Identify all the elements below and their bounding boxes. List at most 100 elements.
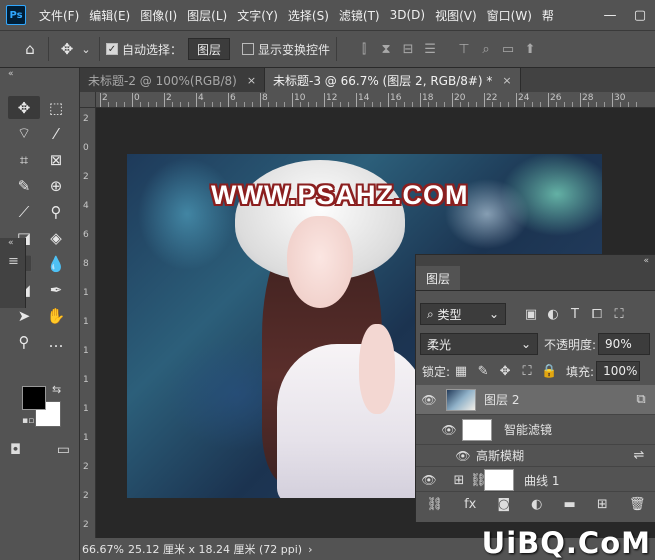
align-center-icon[interactable]: ⧗: [375, 42, 397, 57]
photo-face: [287, 216, 353, 308]
new-group-icon[interactable]: ▬: [564, 497, 576, 512]
lasso-tool[interactable]: ⌔: [8, 122, 40, 145]
menu-window[interactable]: 窗口(W): [482, 7, 537, 24]
lock-pixels-icon[interactable]: ✎: [472, 364, 494, 379]
swap-colors-icon[interactable]: ⇆: [52, 383, 61, 396]
fill-input[interactable]: 100%: [596, 361, 641, 381]
move-tool-icon[interactable]: ✥: [55, 40, 79, 58]
move-tool[interactable]: ✥: [8, 96, 40, 119]
eye-icon[interactable]: 👁: [416, 393, 442, 407]
menu-file[interactable]: 文件(F): [34, 7, 84, 24]
hand-tool[interactable]: ✋: [40, 304, 72, 327]
zoom-level[interactable]: 66.67%: [80, 543, 124, 556]
ruler-minor-tick: [364, 102, 365, 107]
zoom-tool[interactable]: ⚲: [8, 330, 40, 353]
layer-row-gaussian-blur[interactable]: 👁 高斯模糊 ⇌: [416, 445, 655, 467]
filter-pixel-icon[interactable]: ▣: [520, 307, 542, 322]
blend-mode-dropdown[interactable]: 柔光 ⌄: [420, 333, 538, 355]
menu-icon[interactable]: ≡: [0, 254, 25, 269]
close-icon[interactable]: ×: [247, 74, 256, 87]
layer-row-curves-1[interactable]: 👁 ⊞ ⛓ 曲线 1: [416, 467, 655, 493]
menu-3d[interactable]: 3D(D): [385, 8, 430, 22]
auto-select-target-dropdown[interactable]: 图层: [188, 38, 231, 60]
menu-image[interactable]: 图像(I): [135, 7, 182, 24]
menu-select[interactable]: 选择(S): [283, 7, 334, 24]
default-colors-icon[interactable]: ▪▫: [22, 416, 34, 426]
layer-name[interactable]: 智能滤镜: [504, 421, 552, 438]
menu-layer[interactable]: 图层(L): [182, 7, 232, 24]
lock-transparency-icon[interactable]: ▦: [450, 364, 472, 379]
distribute-icon[interactable]: ☰: [419, 42, 441, 57]
layer-name[interactable]: 曲线 1: [524, 472, 559, 489]
blur-tool[interactable]: 💧: [40, 252, 72, 275]
tab-document-3[interactable]: 未标题-3 @ 66.7% (图层 2, RGB/8#) * ×: [265, 68, 521, 92]
horizontal-ruler[interactable]: 2 0 2 4 6 8 10 12 14 16 18 20 22 24 26 28 30: [96, 92, 655, 108]
link-layers-icon[interactable]: ⛓: [427, 497, 444, 512]
ruler-tick: [324, 93, 325, 107]
filter-kind-dropdown[interactable]: ⌕ 类型 ⌄: [420, 303, 506, 325]
link-icon[interactable]: ⛓: [470, 473, 487, 488]
trash-icon[interactable]: 🗑: [629, 497, 646, 512]
home-icon[interactable]: ⌂: [18, 40, 42, 58]
frame-tool[interactable]: ⊠: [40, 148, 72, 171]
chevron-right-icon[interactable]: ›: [308, 543, 312, 556]
lock-all-icon[interactable]: 🔒: [538, 364, 560, 379]
crop-tool[interactable]: ⌗: [8, 148, 40, 171]
layer-name[interactable]: 高斯模糊: [476, 447, 524, 464]
layer-name[interactable]: 图层 2: [484, 391, 519, 408]
foreground-color[interactable]: [22, 386, 46, 410]
eraser-tool[interactable]: ◈: [40, 226, 72, 249]
eyedropper-tool[interactable]: ✎: [8, 174, 40, 197]
tab-document-2[interactable]: 未标题-2 @ 100%(RGB/8) ×: [80, 68, 266, 92]
lock-position-icon[interactable]: ✥: [494, 364, 516, 379]
collapse-icon[interactable]: «: [0, 238, 25, 248]
eye-icon[interactable]: 👁: [416, 473, 442, 487]
chevron-down-icon[interactable]: ⌄: [79, 43, 93, 56]
more-tools[interactable]: …: [40, 330, 72, 353]
align-left-icon[interactable]: ⫿: [353, 42, 375, 57]
filter-options-icon[interactable]: ⇌: [628, 448, 650, 463]
eye-icon[interactable]: 👁: [436, 423, 462, 437]
vertical-ruler[interactable]: 2 0 2 4 6 8 1 1 1 1 1 1 2 2 2: [80, 108, 96, 538]
minimize-icon[interactable]: —: [595, 8, 625, 23]
filter-shape-icon[interactable]: ⧠: [586, 307, 608, 322]
new-adjustment-icon[interactable]: ◐: [531, 497, 542, 512]
align-right-icon[interactable]: ⊟: [397, 42, 419, 57]
menu-type[interactable]: 文字(Y): [232, 7, 283, 24]
filter-type-icon[interactable]: T: [564, 307, 586, 322]
healing-tool[interactable]: ⊕: [40, 174, 72, 197]
show-transform-checkbox[interactable]: [242, 43, 255, 55]
collapse-icon[interactable]: «: [0, 68, 79, 80]
magic-wand-tool[interactable]: ⁄: [40, 122, 72, 145]
maximize-icon[interactable]: ▢: [625, 8, 655, 23]
layer-style-icon[interactable]: fx: [464, 497, 476, 512]
eye-icon[interactable]: 👁: [450, 449, 476, 463]
menu-edit[interactable]: 编辑(E): [84, 7, 135, 24]
opacity-input[interactable]: 90%: [598, 333, 651, 355]
tab-layers[interactable]: 图层: [416, 266, 461, 290]
filter-mask-thumbnail[interactable]: [462, 418, 492, 441]
add-mask-icon[interactable]: ◙: [497, 497, 510, 512]
clone-stamp-tool[interactable]: ⚲: [40, 200, 72, 223]
lock-artboard-icon[interactable]: ⛶: [516, 364, 538, 379]
menu-view[interactable]: 视图(V): [430, 7, 482, 24]
new-layer-icon[interactable]: ⊞: [597, 497, 608, 512]
search-icon[interactable]: ⌕: [475, 42, 497, 57]
layer-row-smart-filters[interactable]: 👁 智能滤镜: [416, 415, 655, 445]
menu-filter[interactable]: 滤镜(T): [334, 7, 385, 24]
quick-mask-icon[interactable]: ◘: [10, 442, 21, 458]
share-icon[interactable]: ⬆: [519, 42, 541, 57]
align-top-icon[interactable]: ⊤: [453, 42, 475, 57]
layer-row-layer-2[interactable]: 👁 图层 2 ⧉: [416, 385, 655, 415]
workspace-icon[interactable]: ▭: [497, 42, 519, 57]
pen-tool[interactable]: ✒: [40, 278, 72, 301]
auto-select-checkbox[interactable]: ✓: [106, 43, 118, 55]
screen-mode-icon[interactable]: ▭: [57, 442, 70, 458]
filter-smart-object-icon[interactable]: ⛶: [608, 307, 630, 322]
brush-tool[interactable]: ⟋: [8, 200, 40, 223]
menu-help[interactable]: 帮: [537, 7, 559, 24]
close-icon[interactable]: ×: [502, 74, 511, 87]
marquee-tool[interactable]: ⬚: [40, 96, 72, 119]
filter-adjustment-icon[interactable]: ◐: [542, 307, 564, 322]
layer-mask-thumbnail[interactable]: [484, 469, 514, 491]
